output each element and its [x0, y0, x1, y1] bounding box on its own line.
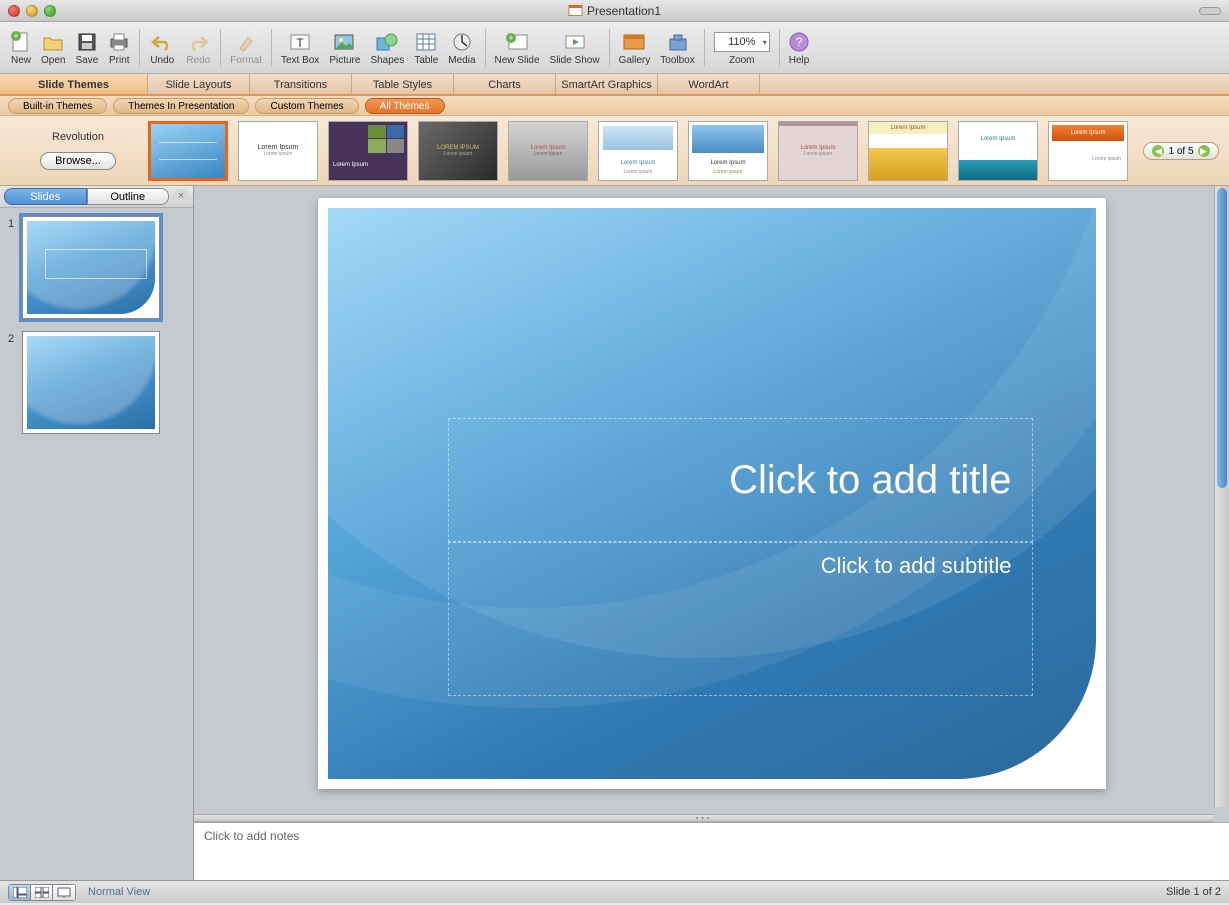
subtab-custom-themes[interactable]: Custom Themes — [255, 98, 358, 114]
theme-thumb-2[interactable]: Lorem Ipsum — [328, 121, 408, 181]
close-window-button[interactable] — [8, 5, 20, 17]
pane-close-button[interactable]: × — [173, 189, 189, 205]
slide-counter: Slide 1 of 2 — [1166, 886, 1221, 898]
theme-thumb-3[interactable]: LOREM IPSUMLorem ipsum — [418, 121, 498, 181]
ribbon-tab-smartart[interactable]: SmartArt Graphics — [556, 74, 658, 94]
theme-thumb-1[interactable]: Lorem IpsumLorem ipsum — [238, 121, 318, 181]
subtab-themes-in-presentation[interactable]: Themes In Presentation — [113, 98, 249, 114]
help-button[interactable]: ?Help — [784, 29, 815, 66]
ribbon-tab-slide-themes[interactable]: Slide Themes — [0, 74, 148, 96]
subtab-all-themes[interactable]: All Themes — [365, 98, 445, 114]
svg-text:+: + — [13, 31, 18, 41]
ribbon-tabs: Slide Themes Slide Layouts Transitions T… — [0, 74, 1229, 96]
theme-thumb-6[interactable]: Lorem IpsumLorem ipsum — [688, 121, 768, 181]
notes-pane[interactable]: Click to add notes — [194, 822, 1229, 880]
theme-subtabs: Built-in Themes Themes In Presentation C… — [0, 96, 1229, 116]
theme-thumb-4[interactable]: Lorem IpsumLorem ipsum — [508, 121, 588, 181]
slideshow-button[interactable]: Slide Show — [545, 29, 605, 66]
svg-text:?: ? — [796, 35, 803, 49]
view-normal-button[interactable] — [9, 885, 31, 900]
zoom-control[interactable]: 110%▾Zoom — [709, 29, 775, 66]
subtab-builtin-themes[interactable]: Built-in Themes — [8, 98, 107, 114]
slides-outline-pane: Slides Outline × 1 2 — [0, 186, 194, 880]
pager-next-icon[interactable]: ▶ — [1198, 145, 1210, 157]
ribbon-tab-table-styles[interactable]: Table Styles — [352, 74, 454, 94]
print-button[interactable]: Print — [103, 29, 135, 66]
main-toolbar: +New Open Save Print Undo Redo Format TT… — [0, 22, 1229, 74]
view-sorter-button[interactable] — [31, 885, 53, 900]
status-bar: Normal View Slide 1 of 2 — [0, 880, 1229, 903]
undo-button[interactable]: Undo — [144, 29, 180, 66]
theme-thumb-8[interactable]: Lorem Ipsum — [868, 121, 948, 181]
current-theme-name: Revolution — [8, 131, 148, 143]
textbox-button[interactable]: TText Box — [276, 29, 324, 66]
pane-tab-slides[interactable]: Slides — [4, 188, 87, 205]
new-slide-button[interactable]: +New Slide — [490, 29, 545, 66]
redo-button[interactable]: Redo — [180, 29, 216, 66]
svg-text:+: + — [508, 33, 513, 43]
title-placeholder[interactable]: Click to add title — [448, 418, 1033, 542]
minimize-window-button[interactable] — [26, 5, 38, 17]
app-document-icon — [568, 5, 582, 16]
browse-themes-button[interactable]: Browse... — [40, 152, 116, 170]
slide-canvas[interactable]: Click to add title Click to add subtitle — [318, 198, 1106, 789]
titlebar-pill-button[interactable] — [1199, 7, 1221, 15]
theme-gallery: Revolution Browse... Lorem IpsumLorem ip… — [0, 116, 1229, 186]
open-button[interactable]: Open — [36, 29, 70, 66]
toolbox-button[interactable]: Toolbox — [655, 29, 699, 66]
pane-tab-outline[interactable]: Outline — [87, 188, 170, 205]
vertical-scrollbar[interactable] — [1214, 186, 1229, 807]
gallery-button[interactable]: Gallery — [614, 29, 656, 66]
slide-thumbnail-2[interactable]: 2 — [8, 331, 185, 434]
ribbon-tab-transitions[interactable]: Transitions — [250, 74, 352, 94]
subtitle-placeholder[interactable]: Click to add subtitle — [448, 542, 1033, 696]
theme-thumb-7[interactable]: Lorem IpsumLorem ipsum — [778, 121, 858, 181]
picture-button[interactable]: Picture — [324, 29, 365, 66]
theme-thumb-10[interactable]: Lorem IpsumLorem ipsum — [1048, 121, 1128, 181]
notes-splitter[interactable] — [194, 814, 1214, 822]
theme-thumb-revolution[interactable] — [148, 121, 228, 181]
ribbon-tab-slide-layouts[interactable]: Slide Layouts — [148, 74, 250, 94]
table-button[interactable]: Table — [409, 29, 443, 66]
media-button[interactable]: Media — [443, 29, 480, 66]
theme-thumb-5[interactable]: Lorem IpsumLorem ipsum — [598, 121, 678, 181]
window-title: Presentation1 — [587, 4, 661, 18]
ribbon-tab-wordart[interactable]: WordArt — [658, 74, 760, 94]
theme-thumb-9[interactable]: Lorem Ipsum — [958, 121, 1038, 181]
format-button[interactable]: Format — [225, 29, 267, 66]
pager-prev-icon[interactable]: ◀ — [1152, 145, 1164, 157]
theme-pager[interactable]: ◀ 1 of 5 ▶ — [1143, 142, 1218, 160]
titlebar: Presentation1 — [0, 0, 1229, 22]
save-button[interactable]: Save — [70, 29, 103, 66]
ribbon-tab-charts[interactable]: Charts — [454, 74, 556, 94]
view-label: Normal View — [88, 886, 150, 898]
view-slideshow-button[interactable] — [53, 885, 75, 900]
shapes-button[interactable]: Shapes — [365, 29, 409, 66]
zoom-window-button[interactable] — [44, 5, 56, 17]
slide-thumbnail-1[interactable]: 1 — [8, 216, 185, 319]
new-button[interactable]: +New — [6, 29, 36, 66]
svg-text:T: T — [296, 36, 304, 50]
